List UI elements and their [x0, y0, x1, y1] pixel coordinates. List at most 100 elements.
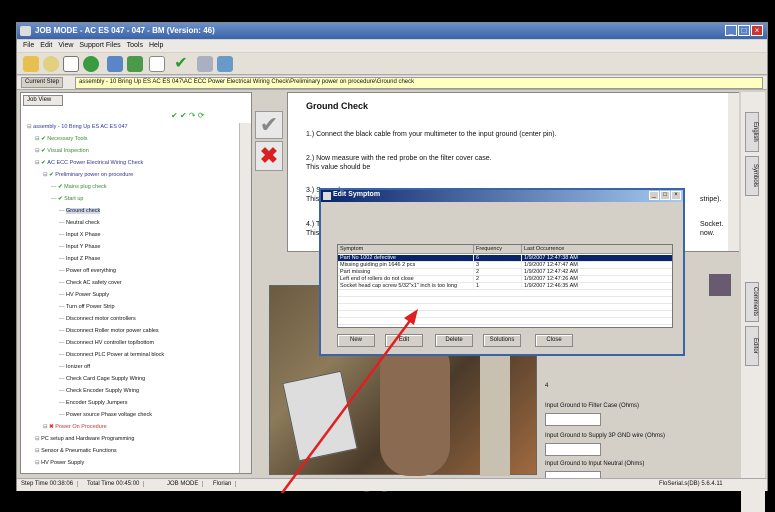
- tree-item[interactable]: ⊟ Sensor & Pneumatic Functions: [35, 447, 117, 455]
- column-header[interactable]: Frequency: [474, 245, 522, 254]
- tree-item[interactable]: — Turn off Power Strip: [59, 303, 115, 311]
- tree-item[interactable]: — Power off everything: [59, 267, 116, 275]
- expand-icon[interactable]: —: [59, 268, 66, 274]
- tree-item[interactable]: — Check AC safety cover: [59, 279, 122, 287]
- tree-item[interactable]: — Check Encoder Supply Wiring: [59, 387, 139, 395]
- tree-item[interactable]: — Input X Phase: [59, 231, 101, 239]
- filter-case-input[interactable]: [545, 413, 601, 426]
- tree-item[interactable]: — Input Y Phase: [59, 243, 100, 251]
- tree-item[interactable]: — Disconnect PLC Power at terminal block: [59, 351, 164, 359]
- tree-item[interactable]: — Power source Phase voltage check: [59, 411, 152, 419]
- table-row[interactable]: [338, 297, 672, 304]
- minimize-button[interactable]: _: [725, 25, 737, 36]
- tree-item[interactable]: — ✔ Start up: [51, 195, 83, 203]
- tree-item[interactable]: — Disconnect motor controllers: [59, 315, 136, 323]
- expand-icon[interactable]: —: [59, 388, 66, 394]
- tree-item[interactable]: — Encoder Supply Jumpers: [59, 399, 127, 407]
- confirm-step-button[interactable]: ✔: [255, 111, 283, 139]
- tab-english[interactable]: English: [745, 112, 759, 152]
- current-step-field[interactable]: assembly - 10 Bring Up ES AC ES 047\AC E…: [75, 77, 763, 89]
- tree-item[interactable]: — Ionizer off: [59, 363, 90, 371]
- dialog-close-button[interactable]: ×: [671, 191, 681, 200]
- menu-item[interactable]: Tools: [127, 40, 143, 52]
- thumbnail-image[interactable]: [709, 274, 731, 296]
- gear-icon[interactable]: [83, 56, 99, 72]
- close-button[interactable]: ×: [751, 25, 763, 36]
- new-button[interactable]: New: [337, 334, 375, 347]
- monitor-icon[interactable]: [107, 56, 123, 72]
- tree-item[interactable]: ⊟ ✔ AC ECC Power Electrical Wiring Check: [35, 159, 143, 167]
- expand-icon[interactable]: —: [59, 412, 66, 418]
- tree-item[interactable]: — HV Power Supply: [59, 291, 109, 299]
- tree-item[interactable]: — Disconnect HV controller top/bottom: [59, 339, 154, 347]
- document-icon[interactable]: [63, 56, 79, 72]
- tree-item[interactable]: — ✔ Mains plug check: [51, 183, 107, 191]
- expand-icon[interactable]: —: [51, 184, 58, 190]
- tree-item[interactable]: ⊟ PC setup and Hardware Programming: [35, 435, 134, 443]
- menu-item[interactable]: Help: [149, 40, 163, 52]
- tab-symbols[interactable]: Symbols: [745, 156, 759, 196]
- table-row[interactable]: [338, 325, 672, 327]
- table-row[interactable]: Part missing 2 1/9/2007 12:47:42 AM: [338, 269, 672, 276]
- supply-gnd-input[interactable]: [545, 443, 601, 456]
- expand-icon[interactable]: —: [59, 304, 66, 310]
- table-row[interactable]: [338, 290, 672, 297]
- edit-button[interactable]: Edit: [385, 334, 423, 347]
- tree-item[interactable]: — Check Card Cage Supply Wiring: [59, 375, 145, 383]
- expand-icon[interactable]: —: [59, 208, 66, 214]
- star-icon[interactable]: [43, 56, 59, 72]
- tab-job-view[interactable]: Job View: [23, 95, 63, 106]
- column-header[interactable]: Last Occurrence: [522, 245, 672, 254]
- solutions-button[interactable]: Solutions: [483, 334, 521, 347]
- table-row[interactable]: [338, 318, 672, 325]
- table-row[interactable]: Missing guiding pin 1646 2 pcs 3 1/9/2007 …: [338, 262, 672, 269]
- expand-icon[interactable]: —: [59, 232, 66, 238]
- expand-icon[interactable]: —: [59, 256, 66, 262]
- wrench-icon[interactable]: [197, 56, 213, 72]
- expand-icon[interactable]: —: [59, 292, 66, 298]
- delete-button[interactable]: Delete: [435, 334, 473, 347]
- menu-item[interactable]: View: [58, 40, 73, 52]
- column-header[interactable]: Symptom: [338, 245, 474, 254]
- tree-item[interactable]: — Ground check: [59, 207, 101, 215]
- expand-icon[interactable]: —: [59, 244, 66, 250]
- expand-icon[interactable]: —: [59, 352, 66, 358]
- expand-icon[interactable]: —: [59, 340, 66, 346]
- tree-item[interactable]: ⊟ ✔ Visual Inspection: [35, 147, 89, 155]
- play-icon[interactable]: [127, 56, 143, 72]
- tab-editor[interactable]: Editor: [745, 326, 759, 366]
- window-icon[interactable]: [149, 56, 165, 72]
- table-row[interactable]: [338, 311, 672, 318]
- tree-item[interactable]: — Input Z Phase: [59, 255, 100, 263]
- menu-item[interactable]: Support Files: [79, 40, 120, 52]
- instruction-scrollbar[interactable]: [728, 93, 739, 251]
- fail-step-button[interactable]: ✖: [255, 141, 283, 171]
- maximize-button[interactable]: □: [738, 25, 750, 36]
- table-row[interactable]: Left end of rollers do not close 2 1/9/200…: [338, 276, 672, 283]
- tree-item[interactable]: ⊟ ✖ Power On Procedure: [43, 423, 107, 431]
- table-row[interactable]: Part No 1002 defective 6 1/9/2007 12:47:38…: [338, 255, 672, 262]
- open-folder-icon[interactable]: [23, 56, 39, 72]
- expand-icon[interactable]: —: [59, 364, 66, 370]
- tab-comments[interactable]: Comments: [745, 282, 759, 322]
- tree-scrollbar[interactable]: [239, 123, 251, 473]
- checkmark-icon[interactable]: ✔: [173, 56, 189, 72]
- close-dialog-button[interactable]: Close: [535, 334, 573, 347]
- dialog-maximize-button[interactable]: □: [660, 191, 670, 200]
- tree-item[interactable]: — Disconnect Roller motor power cables: [59, 327, 159, 335]
- menu-item[interactable]: File: [23, 40, 34, 52]
- tree-item[interactable]: ⊟ ✔ Necessary Tools: [35, 135, 88, 143]
- expand-icon[interactable]: —: [59, 220, 66, 226]
- expand-icon[interactable]: —: [59, 376, 66, 382]
- expand-icon[interactable]: —: [59, 328, 66, 334]
- tree-item[interactable]: ⊟ HV Power Supply: [35, 459, 84, 467]
- menu-item[interactable]: Edit: [40, 40, 52, 52]
- dialog-minimize-button[interactable]: _: [649, 191, 659, 200]
- expand-icon[interactable]: —: [59, 316, 66, 322]
- table-row[interactable]: Socket head cap screw 5/32"x1" inch is t…: [338, 283, 672, 290]
- expand-icon[interactable]: —: [51, 196, 58, 202]
- tree-item[interactable]: ⊟ assembly - 10 Bring Up ES AC ES 047: [27, 123, 128, 131]
- tree-item[interactable]: — Neutral check: [59, 219, 100, 227]
- expand-icon[interactable]: —: [59, 280, 66, 286]
- table-row[interactable]: [338, 304, 672, 311]
